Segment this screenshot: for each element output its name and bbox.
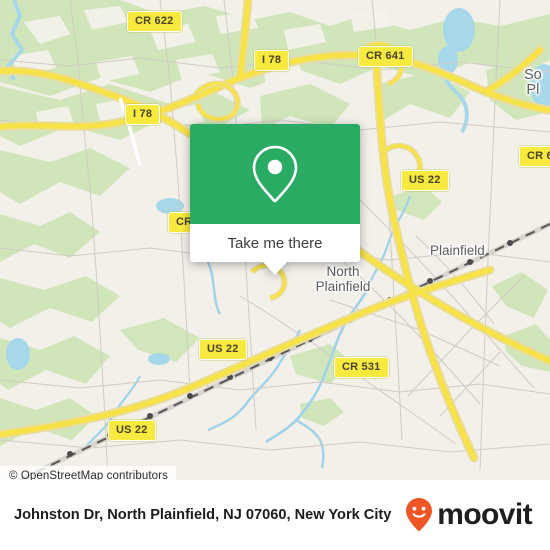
moovit-wordmark: moovit bbox=[437, 498, 532, 531]
popup-header bbox=[190, 124, 360, 224]
take-me-there-label: Take me there bbox=[227, 234, 323, 252]
road-shield: CR 641 bbox=[358, 46, 413, 67]
road-shield: CR 6 bbox=[519, 146, 550, 167]
moovit-logo[interactable]: moovit bbox=[404, 497, 536, 533]
road-shield: US 22 bbox=[199, 339, 247, 360]
attribution-text: © OpenStreetMap contributors bbox=[9, 469, 168, 481]
road-shield: CR 622 bbox=[127, 11, 182, 32]
map-pin-icon bbox=[252, 145, 298, 203]
address-text: Johnston Dr, North Plainfield, NJ 07060,… bbox=[14, 507, 392, 523]
moovit-pin-smiley-icon bbox=[406, 498, 433, 532]
place-label: North Plainfield bbox=[315, 264, 371, 294]
footer-bar: Johnston Dr, North Plainfield, NJ 07060,… bbox=[0, 480, 550, 550]
location-popup-card[interactable]: Take me there bbox=[190, 124, 360, 275]
popup-pointer-tail bbox=[263, 262, 287, 275]
road-shield: I 78 bbox=[254, 50, 290, 71]
road-shield: I 78 bbox=[125, 104, 161, 125]
road-shield: CR 531 bbox=[334, 357, 389, 378]
place-label: So Pl bbox=[524, 67, 542, 98]
road-shield: US 22 bbox=[401, 170, 449, 191]
map-screenshot: CR 622 I 78 CR 641 I 78 CR 6 US 22 CR US… bbox=[0, 0, 550, 550]
osm-attribution: © OpenStreetMap contributors bbox=[0, 466, 176, 480]
place-label: Plainfield bbox=[430, 243, 485, 258]
road-shield: US 22 bbox=[108, 420, 156, 441]
take-me-there-button[interactable]: Take me there bbox=[190, 224, 360, 262]
